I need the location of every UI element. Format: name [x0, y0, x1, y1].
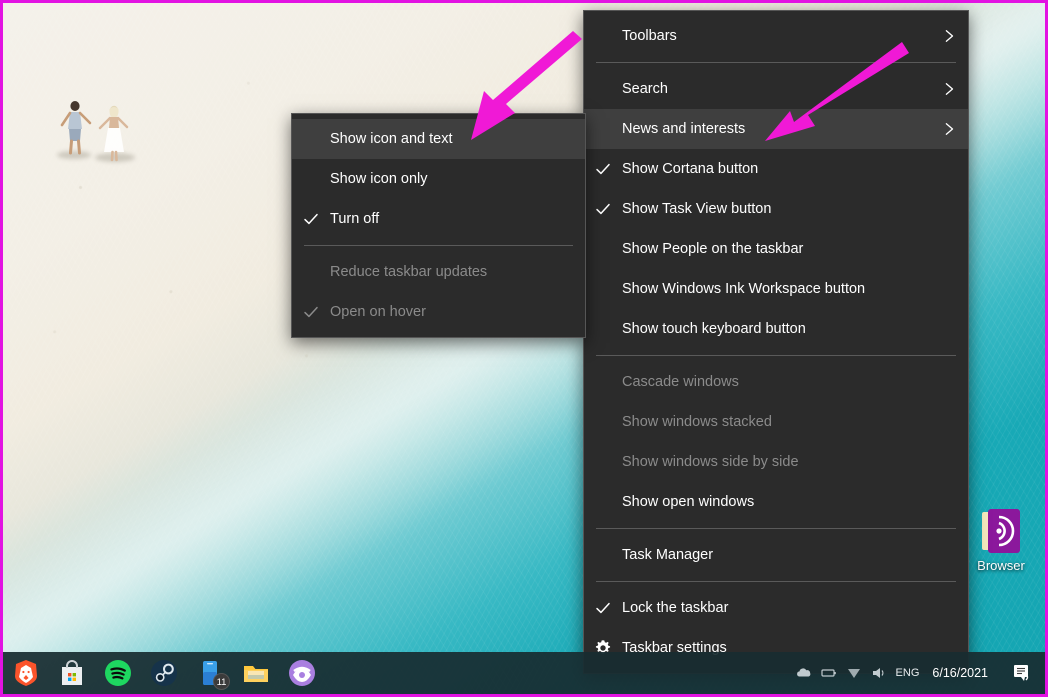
- news-and-interests-submenu[interactable]: Show icon and textShow icon onlyTurn off…: [291, 113, 586, 338]
- action-center-icon: [1012, 663, 1032, 683]
- submenu-item[interactable]: Turn off: [292, 199, 585, 239]
- menu-item-label: Show icon only: [330, 159, 428, 199]
- system-tray[interactable]: ENG 6/16/2021: [796, 652, 1045, 694]
- folder-icon: [242, 659, 270, 687]
- context-menu-item[interactable]: Show Cortana button: [584, 149, 968, 189]
- menu-separator: [596, 62, 956, 63]
- steam-icon: [150, 659, 178, 687]
- context-menu-item[interactable]: Show touch keyboard button: [584, 309, 968, 349]
- menu-item-label: Show Task View button: [622, 189, 771, 229]
- submenu-item[interactable]: Show icon only: [292, 159, 585, 199]
- context-menu-item[interactable]: Task Manager: [584, 535, 968, 575]
- couple-on-beach: [51, 99, 141, 169]
- menu-item-label: Open on hover: [330, 292, 426, 332]
- check-icon: [595, 600, 611, 616]
- context-menu-item[interactable]: Search: [584, 69, 968, 109]
- submenu-item: Reduce taskbar updates: [292, 252, 585, 292]
- badge-count: 11: [213, 673, 230, 690]
- menu-separator: [596, 581, 956, 582]
- menu-item-label: Show People on the taskbar: [622, 229, 803, 269]
- taskbar-app-microsoft-store[interactable]: [49, 652, 95, 694]
- menu-item-label: Show Windows Ink Workspace button: [622, 269, 865, 309]
- taskbar-app-file-explorer[interactable]: [233, 652, 279, 694]
- menu-item-label: Task Manager: [622, 535, 713, 575]
- menu-item-label: Turn off: [330, 199, 379, 239]
- onedrive-icon[interactable]: [796, 665, 812, 681]
- menu-item-label: Show windows stacked: [622, 402, 772, 442]
- volume-icon[interactable]: [871, 665, 887, 681]
- context-menu-item[interactable]: Lock the taskbar: [584, 588, 968, 628]
- taskbar-app-buttons[interactable]: 11: [3, 652, 325, 694]
- menu-item-label: Cascade windows: [622, 362, 739, 402]
- store-bag-icon: [58, 659, 86, 687]
- menu-item-label: Lock the taskbar: [622, 588, 728, 628]
- menu-item-label: Toolbars: [622, 16, 677, 56]
- context-menu-item[interactable]: Show open windows: [584, 482, 968, 522]
- desktop-screen: Browser ToolbarsSearchNews and interests…: [0, 0, 1048, 697]
- taskbar[interactable]: 11: [3, 652, 1045, 694]
- context-menu-item: Cascade windows: [584, 362, 968, 402]
- check-icon: [303, 211, 319, 227]
- taskbar-app-brave-browser[interactable]: [3, 652, 49, 694]
- menu-item-label: News and interests: [622, 109, 745, 149]
- brave-lion-icon: [12, 659, 40, 687]
- menu-item-label: Search: [622, 69, 668, 109]
- spotify-icon: [104, 659, 132, 687]
- menu-item-label: Show icon and text: [330, 119, 453, 159]
- check-icon: [595, 161, 611, 177]
- context-menu-item: Show windows stacked: [584, 402, 968, 442]
- submenu-item: Open on hover: [292, 292, 585, 332]
- action-center-button[interactable]: [1005, 652, 1039, 694]
- clock-date: 6/16/2021: [932, 666, 988, 680]
- chevron-right-icon: [942, 82, 956, 96]
- taskbar-app-your-phone[interactable]: 11: [187, 652, 233, 694]
- menu-separator: [304, 245, 573, 246]
- menu-item-label: Show windows side by side: [622, 442, 799, 482]
- taskbar-context-menu[interactable]: Toolbars SearchNews and interestsShow Cor…: [583, 10, 969, 674]
- phone-icon: 11: [196, 659, 224, 687]
- language-indicator[interactable]: ENG: [896, 667, 920, 679]
- menu-separator: [596, 528, 956, 529]
- battery-icon[interactable]: [821, 665, 837, 681]
- menu-item-label: Show Cortana button: [622, 149, 758, 189]
- chevron-right-icon: [942, 122, 956, 136]
- submenu-item[interactable]: Show icon and text: [292, 119, 585, 159]
- menu-item-label: Show touch keyboard button: [622, 309, 806, 349]
- context-menu-item[interactable]: Show Windows Ink Workspace button: [584, 269, 968, 309]
- context-menu-item[interactable]: Show People on the taskbar: [584, 229, 968, 269]
- menu-item-label: Show open windows: [622, 482, 754, 522]
- context-menu-item[interactable]: News and interests: [584, 109, 968, 149]
- menu-separator: [596, 355, 956, 356]
- check-icon: [595, 201, 611, 217]
- taskbar-app-tor-browser[interactable]: [279, 652, 325, 694]
- clock[interactable]: 6/16/2021: [928, 666, 996, 680]
- tor-browser-icon: [978, 508, 1024, 554]
- wifi-icon[interactable]: [846, 665, 862, 681]
- context-menu-item: Show windows side by side: [584, 442, 968, 482]
- context-menu-item[interactable]: Show Task View button: [584, 189, 968, 229]
- taskbar-app-spotify[interactable]: [95, 652, 141, 694]
- chevron-right-icon: [942, 29, 956, 43]
- tor-onion-icon: [288, 659, 316, 687]
- menu-item-label: Reduce taskbar updates: [330, 252, 487, 292]
- context-menu-item[interactable]: Toolbars: [584, 16, 968, 56]
- taskbar-app-steam[interactable]: [141, 652, 187, 694]
- check-icon: [303, 304, 319, 320]
